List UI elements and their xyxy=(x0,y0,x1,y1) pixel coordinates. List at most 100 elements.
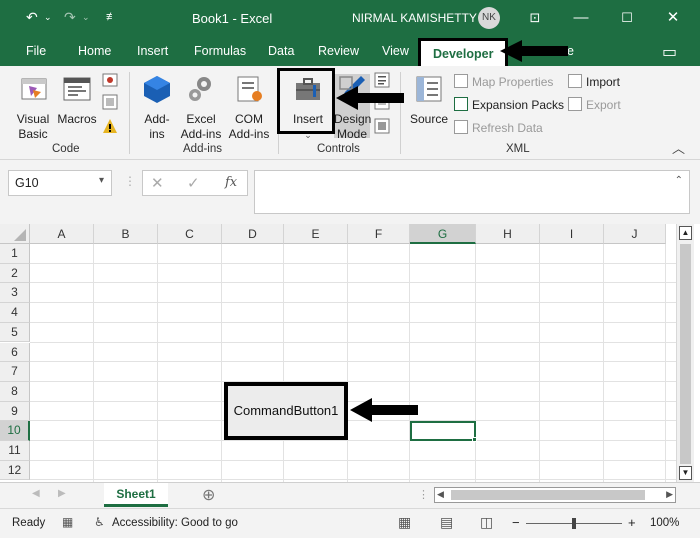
check-icon[interactable]: ✓ xyxy=(187,174,200,192)
com-addins-button[interactable]: COM Add-ins xyxy=(226,74,272,142)
hscroll-thumb[interactable] xyxy=(451,490,645,500)
column-header[interactable]: J xyxy=(604,224,666,244)
row-header[interactable]: 10 xyxy=(0,421,30,441)
row-header[interactable]: 5 xyxy=(0,322,30,343)
tab-review[interactable]: Review xyxy=(318,44,359,58)
sheet-tab-sheet1[interactable]: Sheet1 xyxy=(104,483,168,507)
selected-cell[interactable] xyxy=(410,421,476,441)
select-all-corner[interactable] xyxy=(0,224,30,244)
maximize-icon[interactable]: ☐ xyxy=(614,7,640,29)
comments-icon[interactable]: ▭ xyxy=(662,42,677,62)
column-header[interactable]: E xyxy=(284,224,348,244)
tab-file[interactable]: File xyxy=(26,44,46,58)
zoom-out-icon[interactable]: − xyxy=(512,515,520,530)
expansion-packs-button[interactable]: Expansion Packs xyxy=(454,97,564,112)
row-header[interactable]: 8 xyxy=(0,381,30,402)
column-header[interactable]: D xyxy=(222,224,284,244)
excel-addins-button[interactable]: Excel Add-ins xyxy=(178,74,224,142)
row-header[interactable]: 11 xyxy=(0,441,30,461)
scroll-left-icon[interactable]: ◀ xyxy=(437,489,444,500)
redo-icon[interactable]: ↷ xyxy=(64,9,76,26)
avatar[interactable]: NK xyxy=(478,7,500,29)
column-header[interactable]: H xyxy=(476,224,540,244)
select-all-icon xyxy=(14,229,26,241)
column-header[interactable]: F xyxy=(348,224,410,244)
redo-dropdown-icon[interactable]: ⌄ xyxy=(82,12,90,23)
command-button[interactable]: CommandButton1 xyxy=(224,382,348,440)
map-properties-button[interactable]: Map Properties xyxy=(454,74,553,89)
row-header[interactable]: 6 xyxy=(0,342,30,363)
record-macro-icon[interactable] xyxy=(102,72,118,88)
collapse-ribbon-icon[interactable]: ︿ xyxy=(672,138,685,157)
column-header[interactable]: G xyxy=(410,224,476,244)
import-button[interactable]: Import xyxy=(568,74,620,89)
tab-home[interactable]: Home xyxy=(78,44,111,58)
design-mode-label: Design Mode xyxy=(334,112,372,141)
source-button[interactable]: Source xyxy=(408,74,450,127)
close-icon[interactable]: ✕ xyxy=(660,7,686,29)
row-gridline xyxy=(30,321,676,323)
column-gridline xyxy=(665,244,666,482)
tab-data[interactable]: Data xyxy=(268,44,294,58)
run-dialog-icon[interactable] xyxy=(374,118,390,134)
macros-icon xyxy=(63,77,91,101)
tab-view[interactable]: View xyxy=(382,44,409,58)
column-header[interactable]: A xyxy=(30,224,94,244)
relative-references-icon[interactable] xyxy=(102,94,118,110)
undo-icon[interactable]: ↶ xyxy=(26,9,38,26)
zoom-in-icon[interactable]: + xyxy=(628,515,636,530)
row-header[interactable]: 2 xyxy=(0,263,30,284)
sheet-tab-bar: ◀ ▶ Sheet1 ⊕ ⋮ ◀ ▶ xyxy=(0,482,700,508)
accessibility-icon[interactable]: ♿ xyxy=(94,515,105,529)
chevron-down-icon[interactable]: ▾ xyxy=(99,175,104,186)
export-button[interactable]: Export xyxy=(568,97,621,112)
scroll-up-icon[interactable]: ▲ xyxy=(679,226,692,240)
expand-formula-icon[interactable]: ⌃ xyxy=(675,175,683,186)
tab-insert[interactable]: Insert xyxy=(137,44,168,58)
scroll-down-icon[interactable]: ▼ xyxy=(679,466,692,480)
minimize-icon[interactable]: — xyxy=(568,7,594,29)
accessibility-status[interactable]: Accessibility: Good to go xyxy=(112,517,238,529)
row-header[interactable]: 1 xyxy=(0,244,30,264)
column-header[interactable]: C xyxy=(158,224,222,244)
tab-formulas[interactable]: Formulas xyxy=(194,44,246,58)
row-header[interactable]: 7 xyxy=(0,362,30,382)
undo-dropdown-icon[interactable]: ⌄ xyxy=(44,12,52,23)
page-break-preview-icon[interactable]: ◫ xyxy=(480,514,493,531)
visual-basic-button[interactable]: Visual Basic xyxy=(14,74,54,142)
row-header[interactable]: 12 xyxy=(0,460,30,481)
insert-function-icon[interactable]: fx xyxy=(225,175,237,190)
next-sheet-icon[interactable]: ▶ xyxy=(58,488,66,499)
refresh-data-button[interactable]: Refresh Data xyxy=(454,120,543,135)
scroll-thumb[interactable] xyxy=(680,244,691,464)
zoom-level[interactable]: 100% xyxy=(650,517,679,529)
tab-developer[interactable]: Developer xyxy=(418,38,509,66)
name-box[interactable]: G10 ▾ xyxy=(8,170,112,196)
column-header[interactable]: I xyxy=(540,224,604,244)
row-header[interactable]: 3 xyxy=(0,283,30,304)
horizontal-scrollbar[interactable]: ◀ ▶ xyxy=(434,487,676,503)
formula-input[interactable]: ⌃ xyxy=(254,170,690,214)
macro-security-icon[interactable] xyxy=(102,118,118,134)
fill-handle[interactable] xyxy=(472,437,477,442)
page-layout-icon[interactable]: ▤ xyxy=(440,514,453,531)
cancel-icon[interactable]: ✕ xyxy=(151,174,164,192)
add-sheet-icon[interactable]: ⊕ xyxy=(202,485,215,505)
customize-qat-icon[interactable]: ≢ xyxy=(106,11,117,23)
ribbon-display-options-icon[interactable]: ⊡ xyxy=(522,7,548,29)
row-gridline xyxy=(30,459,676,461)
macros-button[interactable]: Macros xyxy=(56,74,98,127)
group-separator xyxy=(400,72,401,154)
addins-store-icon xyxy=(144,76,170,103)
visual-basic-icon xyxy=(21,78,47,100)
prev-sheet-icon[interactable]: ◀ xyxy=(32,488,40,499)
zoom-slider-thumb[interactable] xyxy=(572,518,576,529)
normal-view-icon[interactable]: ▦ xyxy=(398,514,411,531)
row-header[interactable]: 9 xyxy=(0,401,30,422)
column-header[interactable]: B xyxy=(94,224,158,244)
vertical-scrollbar[interactable]: ▲ ▼ xyxy=(676,224,694,482)
row-header[interactable]: 4 xyxy=(0,303,30,323)
scroll-right-icon[interactable]: ▶ xyxy=(666,489,673,500)
cell-mode-icon: ▦ xyxy=(62,515,74,529)
addins-button[interactable]: Add-ins xyxy=(140,74,174,142)
